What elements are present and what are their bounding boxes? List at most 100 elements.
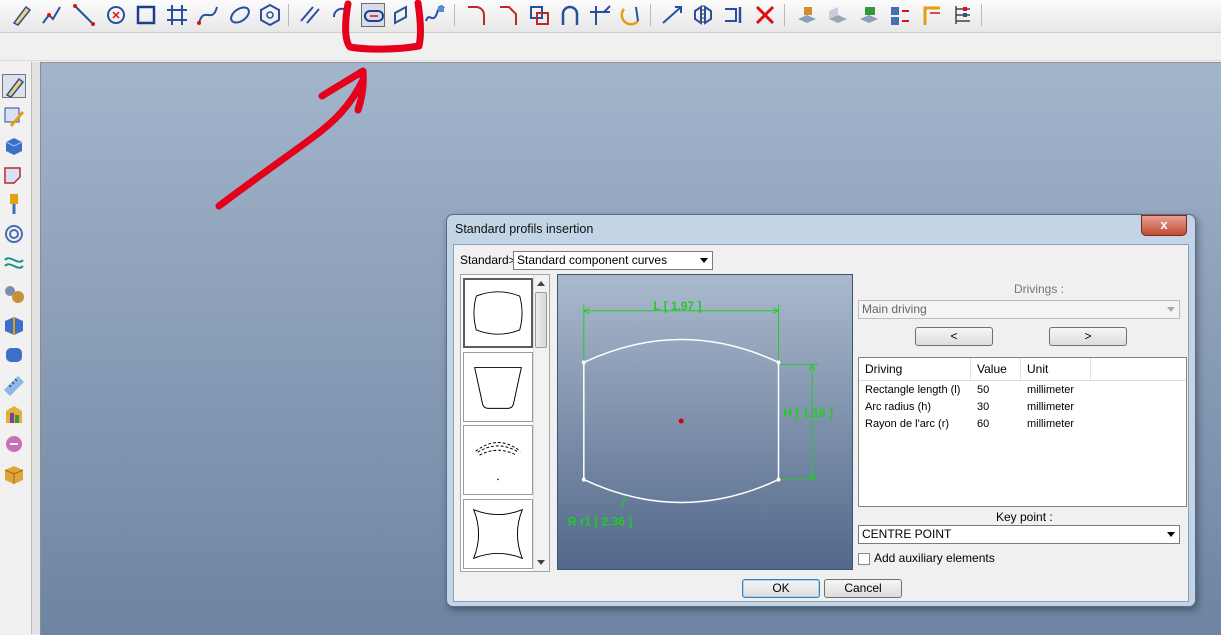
table-row[interactable]: Rayon de l'arc (r) 60 millimeter: [859, 416, 1186, 433]
plane-view-icon[interactable]: [795, 3, 819, 27]
standard-select[interactable]: Standard component curves: [513, 251, 713, 270]
driving-value[interactable]: 60: [977, 416, 989, 433]
rotate-arc-icon[interactable]: [619, 3, 643, 27]
dim-height-label: H [ 1.18 ]: [783, 406, 833, 420]
dimension-icon[interactable]: [660, 3, 684, 27]
previous-driving-button[interactable]: <: [915, 327, 993, 346]
table-row[interactable]: Rectangle length (l) 50 millimeter: [859, 382, 1186, 399]
boolean-squares-icon[interactable]: [527, 3, 551, 27]
scroll-down-icon[interactable]: [537, 560, 545, 565]
secondary-toolbar-strip: [0, 33, 1221, 61]
circle-center-icon[interactable]: [104, 3, 128, 27]
trapezoid-profile-thumbnail[interactable]: [463, 352, 533, 422]
arc-icon[interactable]: [330, 3, 354, 27]
gears-icon[interactable]: [2, 282, 26, 306]
fillet-icon[interactable]: [464, 3, 488, 27]
pencil-sketch-icon[interactable]: [10, 3, 34, 27]
arc-slot-profile-thumbnail[interactable]: [463, 425, 533, 495]
layer-stack-icon[interactable]: [857, 3, 881, 27]
driving-value[interactable]: 30: [977, 399, 989, 416]
chevron-down-icon: [700, 258, 708, 263]
chevron-down-icon: [1167, 532, 1175, 537]
dim-radius-label: R r1 [ 2.36 ]: [568, 514, 632, 528]
sheet-icon[interactable]: [826, 3, 850, 27]
grid-lines-icon[interactable]: [165, 3, 189, 27]
drivings-table: Driving Value Unit Rectangle length (l) …: [858, 357, 1187, 507]
standard-label-group: Standard>: [460, 253, 515, 267]
line-icon[interactable]: [72, 3, 96, 27]
corner-tool-icon[interactable]: [920, 3, 944, 27]
ruler-icon[interactable]: [2, 374, 26, 398]
barrel-profile-thumbnail[interactable]: [463, 278, 533, 348]
toolbar-separator: [454, 4, 455, 26]
chevron-down-icon: [1167, 307, 1175, 312]
rectangle-icon[interactable]: [134, 3, 158, 27]
symmetry-icon[interactable]: [691, 3, 715, 27]
delete-cross-icon[interactable]: [753, 3, 777, 27]
cancel-button[interactable]: Cancel: [824, 579, 902, 598]
toolbar-separator: [784, 4, 785, 26]
toolbar-separator: [981, 4, 982, 26]
ok-button[interactable]: OK: [742, 579, 820, 598]
solid-cube-icon[interactable]: [2, 134, 26, 158]
rings-icon[interactable]: [2, 222, 26, 246]
thumbnail-scrollbar[interactable]: [533, 275, 549, 571]
drivings-select: Main driving: [858, 300, 1180, 319]
main-toolbar: [0, 0, 1221, 33]
manage-entities-icon[interactable]: [951, 3, 975, 27]
align-part-icon[interactable]: [888, 3, 912, 27]
dialog-client-area: Standard> Standard component curves L […: [453, 244, 1189, 602]
dialog-title: Standard profils insertion: [455, 222, 594, 236]
driving-unit: millimeter: [1027, 418, 1075, 430]
arch-profile-icon[interactable]: [558, 3, 582, 27]
assembly-box-icon[interactable]: [2, 462, 26, 486]
drivings-label: Drivings :: [1014, 282, 1065, 296]
rounded-cube-icon[interactable]: [2, 343, 26, 367]
scrollbar-thumb[interactable]: [535, 292, 547, 348]
folded-plate-icon[interactable]: [2, 313, 26, 337]
polyline-icon[interactable]: [40, 3, 64, 27]
toolbar-separator: [288, 4, 289, 26]
column-header[interactable]: Unit: [1021, 358, 1091, 380]
colors-icon[interactable]: [2, 403, 26, 427]
key-point-value: CENTRE POINT: [862, 527, 952, 541]
wave-curve-icon[interactable]: [423, 3, 447, 27]
sketch-pencil-icon[interactable]: [2, 74, 26, 98]
chamfer-icon[interactable]: [496, 3, 520, 27]
coil-spring-icon[interactable]: [2, 252, 26, 276]
driving-unit: millimeter: [1027, 401, 1075, 413]
driving-name: Rayon de l'arc (r): [865, 418, 950, 430]
table-header: Driving Value Unit: [859, 358, 1186, 381]
ellipse-icon[interactable]: [228, 3, 252, 27]
standard-profile-insertion-button[interactable]: [361, 3, 385, 27]
driving-name: Arc radius (h): [865, 401, 932, 413]
left-toolbar: [0, 62, 31, 634]
add-auxiliary-elements-label[interactable]: Add auxiliary elements: [874, 551, 995, 565]
pencil-edit-icon[interactable]: [2, 105, 26, 129]
spline-icon[interactable]: [196, 3, 220, 27]
parallel-lines-icon[interactable]: [298, 3, 322, 27]
toolbar-splitter[interactable]: [31, 62, 40, 634]
column-header[interactable]: Driving: [859, 358, 971, 380]
key-point-label: Key point :: [996, 510, 1053, 524]
pin-icon[interactable]: [2, 192, 26, 216]
standard-select-value: Standard component curves: [517, 253, 668, 267]
key-point-select[interactable]: CENTRE POINT: [858, 525, 1180, 544]
trim-icon[interactable]: [588, 3, 612, 27]
dim-length-label: L [ 1.97 ]: [653, 299, 701, 313]
standard-label: Standard: [460, 253, 509, 267]
table-row[interactable]: Arc radius (h) 30 millimeter: [859, 399, 1186, 416]
next-driving-button[interactable]: >: [1049, 327, 1127, 346]
scroll-up-icon[interactable]: [537, 281, 545, 286]
polygon-icon[interactable]: [258, 3, 282, 27]
offset-icon[interactable]: [722, 3, 746, 27]
cam-tool-icon[interactable]: [2, 432, 26, 456]
close-button[interactable]: x: [1141, 215, 1187, 236]
parallelogram-icon[interactable]: [392, 3, 416, 27]
add-auxiliary-elements-checkbox[interactable]: [858, 553, 870, 565]
column-header[interactable]: Value: [971, 358, 1021, 380]
concave-square-profile-thumbnail[interactable]: [463, 499, 533, 569]
profile-thumbnail-list[interactable]: [460, 274, 550, 572]
driving-value[interactable]: 50: [977, 382, 989, 399]
sheet-metal-icon[interactable]: [2, 163, 26, 187]
